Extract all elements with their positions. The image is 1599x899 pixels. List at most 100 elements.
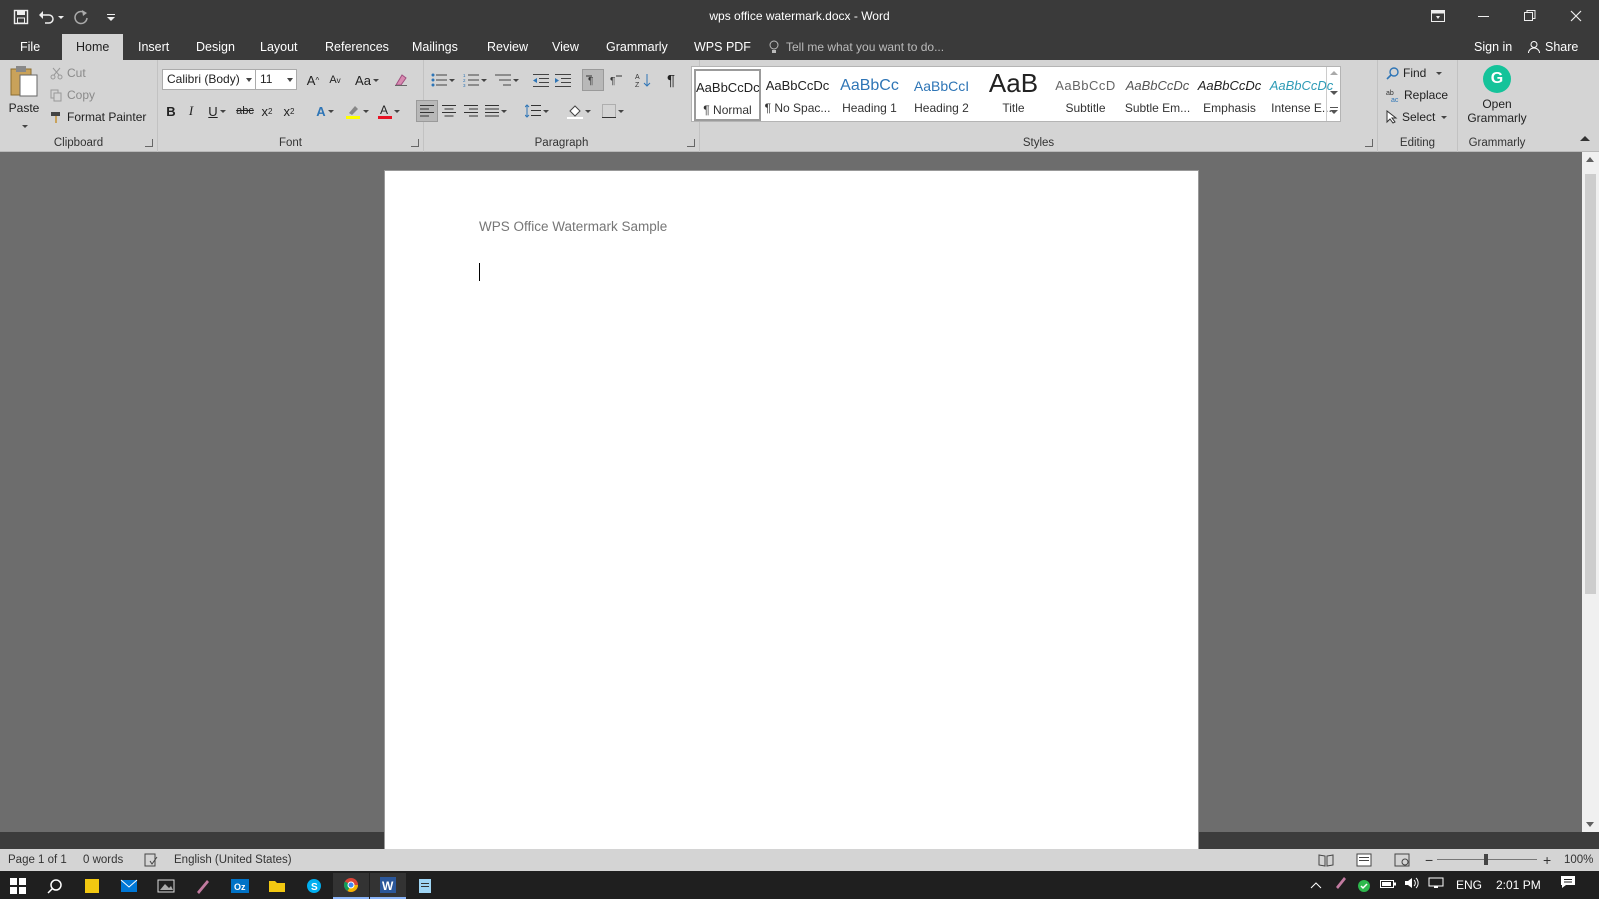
tab-layout[interactable]: Layout xyxy=(246,34,312,60)
clock-time[interactable]: 2:01 PM xyxy=(1496,871,1541,899)
change-case-button[interactable]: Aa xyxy=(352,69,382,91)
skype-icon[interactable]: S xyxy=(296,873,332,899)
multilevel-list-icon[interactable] xyxy=(492,69,522,91)
search-icon[interactable] xyxy=(37,873,73,899)
scroll-thumb[interactable] xyxy=(1585,174,1596,594)
strikethrough-icon[interactable]: abc xyxy=(234,100,256,122)
bullets-icon[interactable] xyxy=(428,69,458,91)
copy-button[interactable]: Copy xyxy=(50,88,95,102)
tab-design[interactable]: Design xyxy=(182,34,249,60)
language-indicator[interactable]: English (United States) xyxy=(174,849,292,871)
font-dialog-launcher[interactable] xyxy=(411,139,419,147)
tab-file[interactable]: File xyxy=(6,34,54,60)
highlight-color-icon[interactable] xyxy=(342,100,372,122)
tab-review[interactable]: Review xyxy=(473,34,542,60)
paragraph-dialog-launcher[interactable] xyxy=(687,139,695,147)
redo-icon[interactable] xyxy=(68,4,94,30)
tab-grammarly[interactable]: Grammarly xyxy=(592,34,682,60)
tab-mailings[interactable]: Mailings xyxy=(398,34,472,60)
line-spacing-icon[interactable] xyxy=(522,100,552,122)
gallery-more-icon[interactable] xyxy=(1330,107,1338,108)
close-icon[interactable] xyxy=(1553,0,1599,32)
tab-home[interactable]: Home xyxy=(62,34,124,60)
bold-icon[interactable]: B xyxy=(160,100,182,122)
sticky-notes-icon[interactable] xyxy=(74,873,110,899)
file-explorer-icon[interactable] xyxy=(259,873,295,899)
text-effects-icon[interactable]: A xyxy=(310,100,340,122)
input-language[interactable]: ENG xyxy=(1456,871,1482,899)
customize-toolbar-icon[interactable] xyxy=(98,4,124,30)
superscript-icon[interactable]: x2 xyxy=(278,100,300,122)
grow-font-icon[interactable]: A ^ xyxy=(302,69,324,91)
cut-button[interactable]: Cut xyxy=(50,66,86,80)
gallery-up-icon[interactable] xyxy=(1330,71,1338,75)
gallery-down-icon[interactable] xyxy=(1330,91,1338,95)
font-name-dropdown[interactable]: Calibri (Body) xyxy=(162,69,256,90)
sort-icon[interactable]: AZ xyxy=(632,69,654,91)
collapse-ribbon-icon[interactable] xyxy=(1580,136,1590,141)
document-page[interactable]: WPS Office Watermark Sample xyxy=(384,170,1199,850)
mail-icon[interactable] xyxy=(111,873,147,899)
tell-me-search[interactable]: Tell me what you want to do... xyxy=(768,34,944,60)
action-center-icon[interactable] xyxy=(1560,871,1576,899)
scroll-down-icon[interactable] xyxy=(1586,822,1594,827)
right-to-left-icon[interactable]: ¶ xyxy=(604,69,626,91)
replace-button[interactable]: ab ac Replace xyxy=(1386,88,1448,102)
windows-start-icon[interactable] xyxy=(0,873,36,899)
security-shield-icon[interactable] xyxy=(1357,871,1371,899)
ribbon-display-options-icon[interactable] xyxy=(1415,0,1461,32)
minimize-icon[interactable] xyxy=(1461,0,1507,32)
left-to-right-icon[interactable]: ¶ xyxy=(582,69,604,91)
sign-in-link[interactable]: Sign in xyxy=(1474,34,1512,60)
outlook-icon[interactable]: Oz xyxy=(222,873,258,899)
tab-wps-pdf[interactable]: WPS PDF xyxy=(680,34,765,60)
clipboard-dialog-launcher[interactable] xyxy=(145,139,153,147)
tab-insert[interactable]: Insert xyxy=(124,34,183,60)
align-center-icon[interactable] xyxy=(438,100,460,122)
subscript-icon[interactable]: x2 xyxy=(256,100,278,122)
align-left-icon[interactable] xyxy=(416,100,438,122)
volume-icon[interactable] xyxy=(1404,871,1420,899)
undo-icon[interactable] xyxy=(38,4,64,30)
find-button[interactable]: Find xyxy=(1386,66,1443,80)
word-taskbar-icon[interactable]: W xyxy=(370,873,406,899)
zoom-in-icon[interactable]: + xyxy=(1543,849,1551,871)
font-size-dropdown[interactable]: 11 xyxy=(255,69,297,90)
select-button[interactable]: Select xyxy=(1386,110,1448,124)
chrome-icon[interactable] xyxy=(333,873,369,899)
page-count[interactable]: Page 1 of 1 xyxy=(8,849,67,871)
style-subtitle[interactable]: AaBbCcD Subtitle xyxy=(1052,69,1119,121)
paste-button[interactable]: Paste xyxy=(6,64,42,131)
zoom-out-icon[interactable]: − xyxy=(1425,849,1433,871)
pen-workspace-icon[interactable] xyxy=(1334,871,1348,899)
shrink-font-icon[interactable]: Av xyxy=(324,69,346,91)
show-formatting-icon[interactable]: ¶ xyxy=(660,69,682,91)
style-subtle-emphasis[interactable]: AaBbCcDc Subtle Em... xyxy=(1124,69,1191,121)
format-painter-button[interactable]: Format Painter xyxy=(50,110,146,124)
open-grammarly-button[interactable]: G Open Grammarly xyxy=(1458,65,1536,125)
shading-icon[interactable] xyxy=(564,100,594,122)
underline-icon[interactable]: U xyxy=(202,100,232,122)
scroll-up-icon[interactable] xyxy=(1586,157,1594,162)
photos-icon[interactable] xyxy=(148,873,184,899)
clear-formatting-icon[interactable] xyxy=(390,69,412,91)
save-icon[interactable] xyxy=(8,4,34,30)
battery-icon[interactable] xyxy=(1380,871,1396,899)
style-title[interactable]: AaB Title xyxy=(980,69,1047,121)
show-hidden-icons-icon[interactable] xyxy=(1310,871,1322,899)
tab-references[interactable]: References xyxy=(311,34,403,60)
share-button[interactable]: Share xyxy=(1527,34,1578,60)
italic-icon[interactable]: I xyxy=(180,100,202,122)
tab-view[interactable]: View xyxy=(538,34,593,60)
network-icon[interactable] xyxy=(1428,871,1444,899)
pen-app-icon[interactable] xyxy=(185,873,221,899)
style-normal[interactable]: AaBbCcDc ¶ Normal xyxy=(694,69,761,121)
align-right-icon[interactable] xyxy=(460,100,482,122)
styles-gallery-scroll[interactable] xyxy=(1326,67,1340,121)
increase-indent-icon[interactable] xyxy=(552,69,574,91)
justify-icon[interactable] xyxy=(482,100,510,122)
font-color-icon[interactable]: A xyxy=(374,100,404,122)
notepad-icon[interactable] xyxy=(407,873,443,899)
style-heading-2[interactable]: AaBbCcI Heading 2 xyxy=(908,69,975,121)
styles-dialog-launcher[interactable] xyxy=(1365,139,1373,147)
